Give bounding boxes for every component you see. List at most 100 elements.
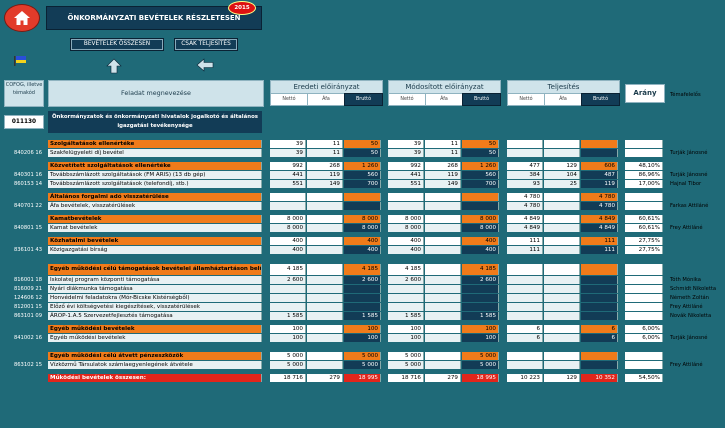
cofog-code: 816001 18	[13, 277, 42, 283]
modified-vat-cell: 149	[425, 180, 461, 188]
original-gross-cell: 560	[344, 171, 381, 179]
original-vat-cell	[307, 264, 343, 275]
modified-gross-cell: 5 000	[462, 361, 499, 369]
ratio-cell	[625, 264, 663, 275]
modified-vat-cell	[425, 215, 461, 223]
cofog-code: 836101 43	[13, 247, 42, 253]
actual-gross-cell: 111	[581, 246, 618, 254]
modified-net-cell: 5 000	[388, 361, 424, 369]
actual-net-cell: 477	[507, 162, 543, 170]
ratio-cell: 6,00%	[625, 334, 663, 342]
task-cell: Áfa bevételek, visszatérülések	[48, 202, 262, 210]
original-gross-cell	[344, 303, 381, 311]
actual-vat-cell	[544, 294, 580, 302]
actual-vat-cell	[544, 224, 580, 232]
modified-net-cell: 39	[388, 149, 424, 157]
original-gross-cell: 1 585	[344, 312, 381, 320]
actual-vat-cell	[544, 334, 580, 342]
actual-net-cell	[507, 361, 543, 369]
original-net-cell: 4 185	[270, 264, 306, 275]
modified-vat-cell	[425, 285, 461, 293]
modified-net-cell: 992	[388, 162, 424, 170]
actual-gross-cell: 111	[581, 237, 618, 245]
ratio-cell	[625, 285, 663, 293]
actual-vat-cell: 129	[544, 162, 580, 170]
responsible-person: Tóth Mónika	[670, 277, 701, 283]
actual-only-button[interactable]: CSAK TELJESÍTÉS	[174, 38, 238, 51]
original-vat-cell: 11	[307, 149, 343, 157]
original-net-cell: 400	[270, 246, 306, 254]
modified-gross-cell: 8 000	[462, 224, 499, 232]
task-cell: Közigazgatási bírság	[48, 246, 262, 254]
revenue-summary-button[interactable]: BEVÉTELEK ÖSSZESEN	[70, 38, 164, 51]
modified-gross-cell: 400	[462, 237, 499, 245]
cofog-code: 816009 21	[13, 286, 42, 292]
actual-vat-header: Áfa	[544, 93, 582, 106]
original-gross-cell: 700	[344, 180, 381, 188]
actual-gross-cell	[581, 352, 618, 360]
responsible-person: Hajnal Tibor	[670, 181, 702, 187]
cofog-code: 840801 15	[13, 225, 42, 231]
modified-gross-cell: 2 600	[462, 276, 499, 284]
original-net-cell	[270, 303, 306, 311]
modified-gross-cell: 700	[462, 180, 499, 188]
actual-gross-cell: 6	[581, 325, 618, 333]
original-vat-cell	[307, 193, 343, 201]
actual-net-cell	[507, 352, 543, 360]
modified-net-cell	[388, 303, 424, 311]
modified-vat-cell	[425, 224, 461, 232]
modified-net-cell: 100	[388, 325, 424, 333]
ratio-cell	[625, 193, 663, 201]
actual-gross-cell	[581, 149, 618, 157]
modified-gross-cell	[462, 285, 499, 293]
column-task-header: Feladat megnevezése	[48, 80, 264, 107]
actual-gross-header: Bruttó	[581, 93, 620, 106]
actual-gross-cell: 606	[581, 162, 618, 170]
modified-vat-cell: 119	[425, 171, 461, 179]
original-gross-cell: 8 000	[344, 224, 381, 232]
original-vat-cell: 149	[307, 180, 343, 188]
modified-vat-cell	[425, 202, 461, 210]
original-net-cell	[270, 202, 306, 210]
cofog-code: 860153 14	[13, 181, 42, 187]
modified-net-cell: 1 585	[388, 312, 424, 320]
task-cell: Működési bevételek összesen:	[48, 374, 262, 382]
home-button[interactable]	[4, 4, 40, 32]
cofog-code: 863101 09	[13, 313, 42, 319]
modified-net-cell: 100	[388, 334, 424, 342]
responsible-person: Turják Jánosné	[670, 150, 708, 156]
ratio-cell: 6,00%	[625, 325, 663, 333]
arrow-up-icon[interactable]	[106, 58, 122, 74]
responsible-person: Farkas Attiláné	[670, 203, 709, 209]
arrow-left-icon[interactable]	[196, 58, 214, 74]
original-gross-cell	[344, 193, 381, 201]
modified-vat-cell	[425, 237, 461, 245]
flag-icon[interactable]	[14, 56, 28, 66]
original-vat-cell	[307, 312, 343, 320]
responsible-person: Schmidt Nikoletta	[670, 286, 717, 292]
modified-vat-cell	[425, 246, 461, 254]
task-cell: Szolgáltatások ellenértéke	[48, 140, 262, 148]
modified-gross-cell: 50	[462, 149, 499, 157]
original-net-cell: 5 000	[270, 352, 306, 360]
original-net-cell: 100	[270, 334, 306, 342]
modified-vat-cell: 268	[425, 162, 461, 170]
original-vat-cell	[307, 202, 343, 210]
modified-net-cell: 18 716	[388, 374, 424, 382]
original-vat-cell	[307, 325, 343, 333]
actual-gross-cell: 4 780	[581, 193, 618, 201]
task-cell: Szakfelügyeleti díj bevétel	[48, 149, 262, 157]
actual-gross-cell	[581, 303, 618, 311]
original-gross-cell: 100	[344, 325, 381, 333]
modified-gross-cell: 100	[462, 325, 499, 333]
original-vat-cell: 279	[307, 374, 343, 382]
ratio-cell	[625, 202, 663, 210]
task-cell: Egyéb működési célú támogatások bevétele…	[48, 264, 262, 275]
modified-vat-cell	[425, 276, 461, 284]
original-net-cell: 551	[270, 180, 306, 188]
actual-vat-cell	[544, 352, 580, 360]
original-net-cell: 5 000	[270, 361, 306, 369]
actual-gross-cell	[581, 312, 618, 320]
original-vat-cell	[307, 215, 343, 223]
task-cell: Általános forgalmi adó visszatérülése	[48, 193, 262, 201]
